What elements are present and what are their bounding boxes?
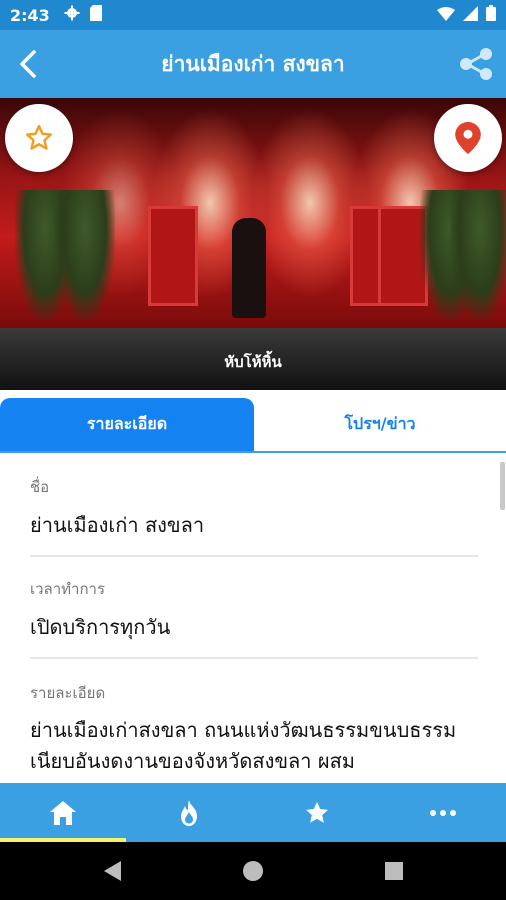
- status-time: 2:43: [10, 5, 50, 25]
- hero-image: หับโห้หิ้น: [0, 98, 506, 390]
- system-back-button[interactable]: [98, 857, 126, 885]
- plant: [55, 190, 115, 320]
- gear-icon: [64, 5, 80, 25]
- star-outline-icon: [26, 124, 52, 150]
- name-value: ย่านเมืองเก่า สงขลา: [30, 513, 205, 537]
- circle-home-icon: [243, 861, 263, 881]
- page-title: ย่านเมืองเก่า สงขลา: [161, 51, 345, 76]
- plant: [450, 190, 506, 320]
- location-button[interactable]: [434, 104, 502, 172]
- wifi-icon: [437, 6, 455, 25]
- tab-bar: รายละเอียด โปรฯ/ข่าว: [0, 398, 506, 453]
- description-field: รายละเอียด ย่านเมืองเก่าสงขลา ถนนแห่งวัฒ…: [30, 659, 478, 777]
- flame-icon: [181, 799, 197, 826]
- system-nav-bar: [0, 842, 506, 900]
- share-icon: [460, 48, 492, 80]
- name-field: ชื่อ ย่านเมืองเก่า สงขลา: [30, 455, 478, 557]
- hours-field: เวลาทำการ เปิดบริการทุกวัน: [30, 557, 478, 659]
- share-button[interactable]: [456, 44, 496, 84]
- nav-favorites[interactable]: [254, 783, 380, 842]
- bottom-nav: [0, 783, 506, 842]
- red-door: [148, 206, 198, 306]
- more-icon: [430, 809, 456, 816]
- status-bar: 2:43: [0, 0, 506, 30]
- back-button[interactable]: [10, 44, 50, 84]
- square-recents-icon: [385, 862, 403, 880]
- app-bar: ย่านเมืองเก่า สงขลา: [0, 30, 506, 98]
- scrollbar[interactable]: [500, 462, 505, 510]
- sd-card-icon: [89, 5, 102, 25]
- nav-hot[interactable]: [126, 783, 252, 842]
- hours-value: เปิดบริการทุกวัน: [30, 615, 171, 639]
- details-content: ชื่อ ย่านเมืองเก่า สงขลา เวลาทำการ เปิดบ…: [0, 455, 506, 783]
- hero-caption: หับโห้หิ้น: [224, 353, 282, 371]
- favorite-button[interactable]: [5, 104, 73, 172]
- system-recents-button[interactable]: [380, 857, 408, 885]
- tab-details[interactable]: รายละเอียด: [0, 398, 254, 451]
- triangle-back-icon: [104, 861, 121, 881]
- nav-home[interactable]: [0, 783, 126, 842]
- description-value: ย่านเมืองเก่าสงขลา ถนนแห่งวัฒนธรรมขนบธรร…: [30, 718, 457, 773]
- description-label: รายละเอียด: [30, 684, 106, 702]
- system-home-button[interactable]: [239, 857, 267, 885]
- nav-more[interactable]: [380, 783, 506, 842]
- star-icon: [306, 801, 328, 823]
- hours-label: เวลาทำการ: [30, 580, 106, 598]
- person-silhouette: [232, 218, 266, 318]
- home-icon: [50, 800, 76, 825]
- name-label: ชื่อ: [30, 478, 50, 496]
- map-pin-icon: [455, 122, 481, 154]
- tab-promotions-news[interactable]: โปรฯ/ข่าว: [254, 398, 506, 451]
- chevron-left-icon: [20, 50, 36, 78]
- battery-icon: [486, 5, 496, 25]
- signal-icon: [463, 5, 478, 25]
